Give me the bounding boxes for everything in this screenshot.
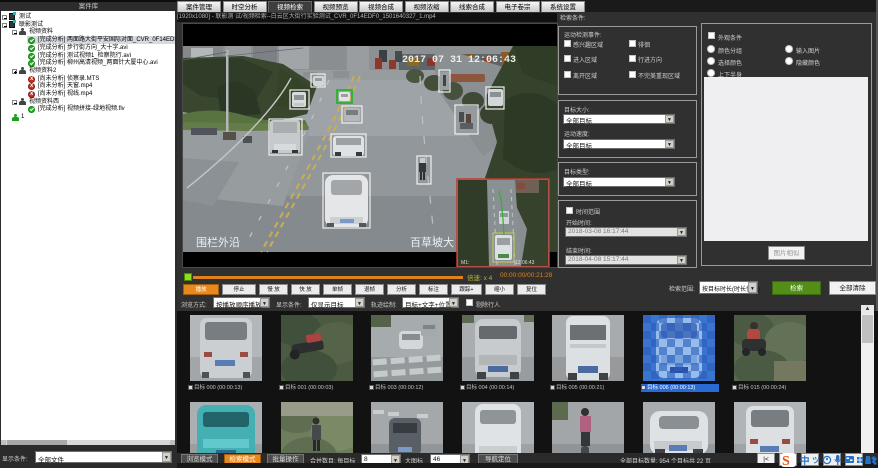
svg-text:百草坡大: 百草坡大: [410, 235, 454, 249]
svg-text:中: 中: [800, 455, 810, 467]
svg-text:围栏外沿: 围栏外沿: [196, 235, 240, 249]
svg-text:ツ: ツ: [812, 456, 820, 465]
svg-text:S: S: [782, 454, 790, 468]
svg-text:2017 07 31 12:06:43: 2017 07 31 12:06:43: [402, 55, 516, 66]
svg-text:M1:: M1:: [461, 260, 469, 266]
svg-text:12:06:43: 12:06:43: [515, 260, 535, 266]
